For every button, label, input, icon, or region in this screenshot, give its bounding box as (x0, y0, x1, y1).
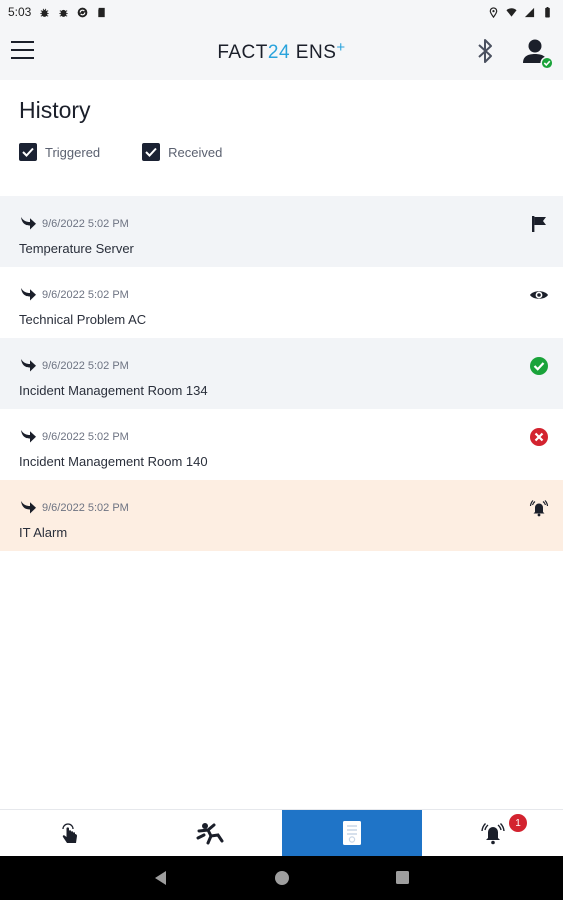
document-icon (342, 821, 361, 845)
sync-icon (78, 7, 88, 17)
filter-received[interactable]: Received (142, 143, 222, 161)
checkbox-triggered[interactable] (19, 143, 37, 161)
logo-part-plus: + (336, 39, 346, 56)
sd-card-icon (98, 7, 106, 17)
forward-arrow-icon (21, 359, 36, 372)
checkmark-icon (145, 147, 157, 157)
item-title: Technical Problem AC (19, 312, 147, 327)
filter-group: Triggered Received (19, 143, 264, 161)
history-item[interactable]: 9/6/2022 5:02 PM Incident Management Roo… (0, 338, 563, 409)
item-title: Temperature Server (19, 241, 134, 256)
recents-icon[interactable] (395, 870, 410, 885)
item-time: 9/6/2022 5:02 PM (42, 289, 129, 301)
filter-triggered[interactable]: Triggered (19, 143, 100, 161)
item-time: 9/6/2022 5:02 PM (42, 360, 129, 372)
logo-part-a: FACT (217, 42, 268, 63)
battery-icon (545, 6, 550, 18)
bluetooth-icon[interactable] (473, 37, 497, 65)
item-title: IT Alarm (19, 525, 68, 540)
checkbox-received[interactable] (142, 143, 161, 161)
forward-arrow-icon (21, 501, 36, 514)
page-title: History (19, 97, 91, 123)
system-nav-bar (0, 856, 563, 900)
filter-label-triggered: Triggered (45, 144, 101, 160)
bug-icon (40, 8, 49, 17)
item-time: 9/6/2022 5:02 PM (42, 218, 129, 230)
location-icon (489, 6, 498, 18)
item-title: Incident Management Room 134 (19, 383, 208, 398)
tab-emergency[interactable] (141, 810, 282, 856)
eye-icon (530, 291, 548, 299)
history-item[interactable]: 9/6/2022 5:02 PM Technical Problem AC (0, 267, 563, 338)
logo-part-num: 24 (267, 42, 291, 63)
app-bar: FACT24 ENS+ (0, 24, 563, 80)
tab-alarms[interactable] (422, 810, 563, 856)
tab-trigger[interactable] (0, 810, 141, 856)
bug-icon (59, 9, 68, 17)
ringing-bell-icon (529, 500, 549, 517)
ringing-bell-icon (480, 823, 505, 845)
history-list: 9/6/2022 5:02 PM Temperature Server 9/6/… (0, 196, 563, 551)
checkmark-icon (22, 147, 34, 157)
cancel-circle-icon (530, 428, 548, 446)
bottom-nav (0, 809, 563, 856)
item-time: 9/6/2022 5:02 PM (42, 502, 129, 514)
history-item[interactable]: 9/6/2022 5:02 PM Incident Management Roo… (0, 409, 563, 480)
signal-icon (524, 7, 535, 17)
history-item[interactable]: 9/6/2022 5:02 PM Temperature Server (0, 196, 563, 267)
back-icon[interactable] (154, 870, 168, 886)
check-circle-icon (530, 357, 548, 375)
item-title: Incident Management Room 140 (19, 454, 208, 469)
user-online-icon[interactable] (522, 36, 554, 70)
status-right (488, 6, 553, 18)
tab-history[interactable] (281, 810, 423, 856)
wifi-icon (506, 7, 517, 17)
logo-part-b: ENS (290, 42, 337, 63)
item-time: 9/6/2022 5:02 PM (42, 431, 129, 443)
touch-hand-icon (62, 823, 78, 843)
flag-icon (532, 216, 546, 232)
filter-label-received: Received (168, 144, 223, 160)
forward-arrow-icon (21, 430, 36, 443)
status-left: 5:03 (8, 5, 107, 19)
history-item[interactable]: 9/6/2022 5:02 PM IT Alarm (0, 480, 563, 551)
forward-arrow-icon (21, 288, 36, 301)
status-time: 5:03 (8, 5, 32, 19)
status-bar: 5:03 (0, 0, 563, 24)
alarm-count-badge: 1 (509, 814, 527, 832)
falling-person-icon (196, 823, 224, 845)
home-icon[interactable] (274, 870, 290, 886)
forward-arrow-icon (21, 217, 36, 230)
